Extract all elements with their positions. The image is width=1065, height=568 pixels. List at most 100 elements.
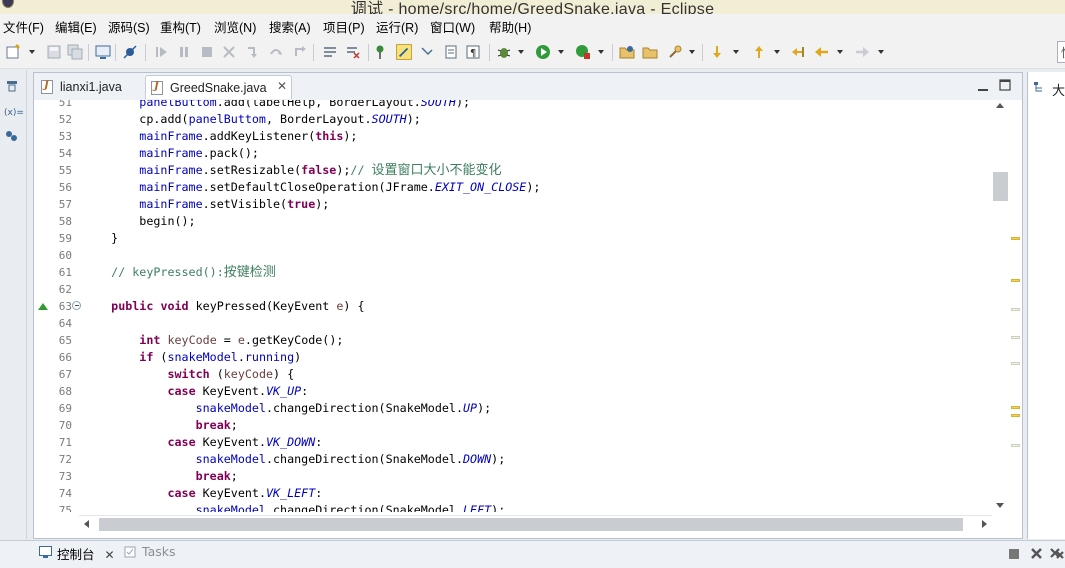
horizontal-scroll-thumb[interactable] — [99, 518, 963, 531]
code-line[interactable]: 66 if (snakeModel.running) — [34, 349, 994, 366]
menu-refactor[interactable]: 重构(T) — [160, 17, 201, 36]
menu-window[interactable]: 窗口(W) — [430, 17, 475, 36]
code-editor[interactable]: 51 panelButtom.add(labelHelp, BorderLayo… — [34, 100, 1022, 512]
code-line[interactable]: 62 — [34, 281, 994, 298]
code-line[interactable]: 52 cp.add(panelButtom, BorderLayout.SOUT… — [34, 111, 994, 128]
menu-file[interactable]: 文件(F) — [3, 17, 44, 36]
variables-icon[interactable]: (x)= — [4, 108, 24, 120]
code-line[interactable]: 67 switch (keyCode) { — [34, 366, 994, 383]
minimize-panel-icon[interactable] — [1009, 549, 1019, 559]
tab-console[interactable]: 控制台 ✕ — [37, 544, 115, 563]
occurrence-marker[interactable] — [1011, 336, 1020, 339]
code-line[interactable]: 60 — [34, 247, 994, 264]
step-over-icon[interactable] — [268, 44, 284, 60]
code-line[interactable]: 59 } — [34, 230, 994, 247]
run-dropdown-icon[interactable] — [558, 50, 565, 55]
warning-marker[interactable] — [1011, 414, 1020, 417]
code-line[interactable]: 55 mainFrame.setResizable(false);// 设置窗口… — [34, 162, 994, 179]
back-icon[interactable] — [814, 44, 830, 60]
last-edit-location-icon[interactable] — [790, 44, 806, 60]
step-return-icon[interactable] — [292, 44, 308, 60]
code-line[interactable]: 71 case KeyEvent.VK_DOWN: — [34, 434, 994, 451]
run-icon[interactable] — [535, 44, 551, 60]
save-icon[interactable] — [46, 44, 62, 60]
next-annotation-icon[interactable] — [709, 44, 725, 60]
tab-greedsnake[interactable]: GreedSnake.java ✕ — [145, 75, 292, 99]
debug-icon[interactable] — [496, 44, 512, 60]
scroll-down-arrow-icon[interactable] — [996, 503, 1004, 508]
debug-dropdown-icon[interactable] — [518, 50, 525, 55]
occurrence-marker[interactable] — [1011, 362, 1020, 365]
breakpoints-icon[interactable] — [5, 130, 19, 142]
close-tab-icon[interactable]: ✕ — [277, 79, 287, 93]
restore-icon[interactable] — [5, 80, 19, 92]
show-source-icon[interactable] — [443, 44, 459, 60]
outline-icon[interactable] — [1034, 81, 1046, 93]
vertical-scroll-thumb[interactable] — [993, 172, 1008, 201]
close-console-icon[interactable]: ✕ — [105, 548, 115, 562]
occurrence-marker[interactable] — [1011, 444, 1020, 447]
menu-source[interactable]: 源码(S) — [108, 17, 150, 36]
menu-navigate[interactable]: 浏览(N) — [214, 17, 256, 36]
code-line[interactable]: 70 break; — [34, 417, 994, 434]
use-step-filters-icon[interactable] — [345, 44, 361, 60]
open-type-icon[interactable] — [642, 44, 658, 60]
forward-icon[interactable] — [854, 44, 870, 60]
code-line[interactable]: 58 begin(); — [34, 213, 994, 230]
back-dropdown-icon[interactable] — [837, 50, 844, 55]
debug-marker-icon[interactable] — [374, 44, 390, 60]
code-line[interactable]: 68 case KeyEvent.VK_UP: — [34, 383, 994, 400]
tab-lianxi1[interactable]: lianxi1.java — [36, 75, 142, 99]
drop-to-frame-icon[interactable] — [322, 44, 338, 60]
code-line[interactable]: 56 mainFrame.setDefaultCloseOperation(JF… — [34, 179, 994, 196]
previous-annotation-icon[interactable] — [751, 44, 767, 60]
tab-tasks[interactable]: Tasks — [122, 544, 176, 559]
terminate-console-icon[interactable] — [1030, 547, 1043, 560]
menu-run[interactable]: 运行(R) — [376, 17, 418, 36]
external-tools-dropdown-icon[interactable] — [598, 50, 605, 55]
code-line[interactable]: 69 snakeModel.changeDirection(SnakeModel… — [34, 400, 994, 417]
horizontal-scrollbar[interactable] — [79, 515, 992, 533]
warning-marker[interactable] — [1011, 406, 1020, 409]
code-line[interactable]: 53 mainFrame.addKeyListener(this); — [34, 128, 994, 145]
warning-marker[interactable] — [1011, 237, 1020, 240]
code-line[interactable]: 65 int keyCode = e.getKeyCode(); — [34, 332, 994, 349]
vertical-scrollbar[interactable] — [992, 100, 1009, 512]
code-line[interactable]: 74 case KeyEvent.VK_LEFT: — [34, 485, 994, 502]
quick-access-field[interactable]: 快 — [1057, 41, 1065, 63]
overview-ruler[interactable] — [1009, 100, 1022, 512]
menu-help[interactable]: 帮助(H) — [489, 17, 531, 36]
new-dropdown-icon[interactable] — [29, 50, 36, 55]
maximize-icon[interactable] — [999, 79, 1011, 91]
warning-marker[interactable] — [1011, 279, 1020, 282]
remove-launch-icon[interactable] — [1050, 547, 1064, 560]
new-java-project-icon[interactable] — [619, 44, 635, 60]
code-line[interactable]: 61 // keyPressed():按键检测 — [34, 264, 994, 281]
highlight-edit-icon[interactable] — [396, 44, 412, 60]
code-line[interactable]: 63 public void keyPressed(KeyEvent e) { — [34, 298, 994, 315]
scroll-right-arrow-icon[interactable] — [982, 520, 987, 528]
resume-icon[interactable] — [153, 44, 169, 60]
code-line[interactable]: 73 break; — [34, 468, 994, 485]
next-annotation-dropdown-icon[interactable] — [733, 50, 740, 55]
new-icon[interactable] — [5, 44, 21, 60]
search-dropdown-icon[interactable] — [689, 50, 696, 55]
code-line[interactable]: 75 snakeModel.changeDirection(SnakeModel… — [34, 502, 994, 512]
menu-edit[interactable]: 编辑(E) — [55, 17, 97, 36]
minimize-icon[interactable] — [977, 84, 989, 96]
terminate-icon[interactable] — [199, 44, 215, 60]
disconnect-icon[interactable] — [221, 44, 237, 60]
occurrence-marker[interactable] — [1011, 308, 1020, 311]
save-all-icon[interactable] — [67, 44, 83, 60]
fold-collapse-icon[interactable] — [72, 301, 81, 310]
scroll-up-arrow-icon[interactable] — [996, 103, 1004, 108]
menu-search[interactable]: 搜索(A) — [269, 17, 311, 36]
paragraph-marks-icon[interactable]: ¶ — [465, 44, 481, 60]
code-line[interactable]: 54 mainFrame.pack(); — [34, 145, 994, 162]
previous-annotation-dropdown-icon[interactable] — [774, 50, 781, 55]
suspend-icon[interactable] — [176, 44, 192, 60]
code-line[interactable]: 72 snakeModel.changeDirection(SnakeModel… — [34, 451, 994, 468]
open-console-icon[interactable] — [95, 44, 111, 60]
show-whitespace-icon[interactable] — [419, 44, 435, 60]
menu-project[interactable]: 项目(P) — [323, 17, 365, 36]
